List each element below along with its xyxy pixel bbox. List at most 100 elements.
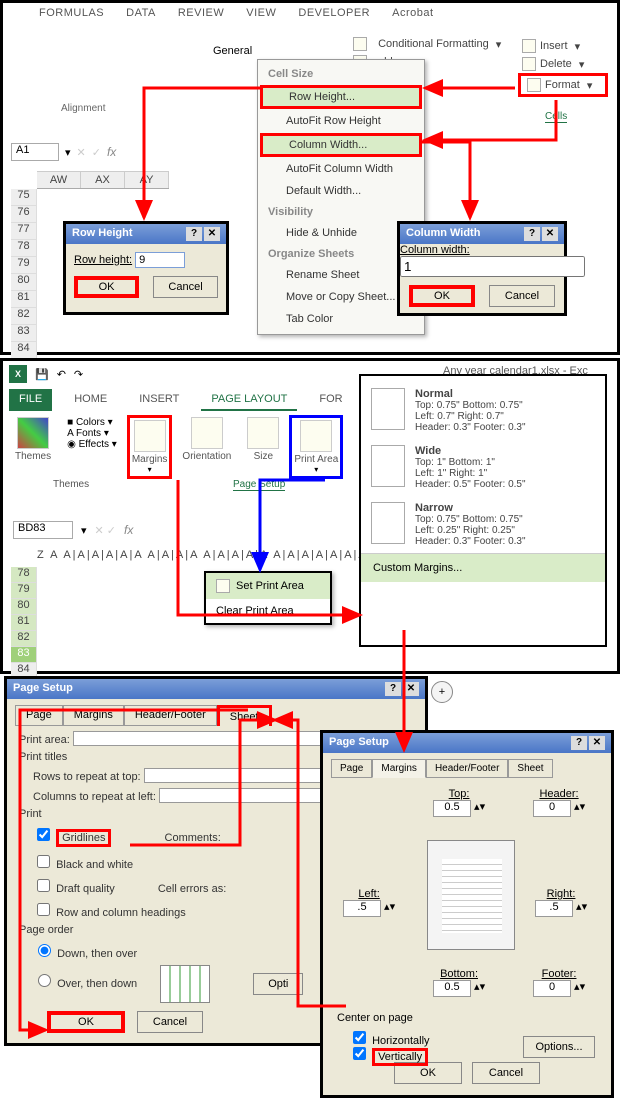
- top-input[interactable]: 0.5: [433, 800, 471, 817]
- row-79[interactable]: 79: [11, 583, 37, 599]
- row-height-input[interactable]: [135, 252, 185, 268]
- cond-format-label[interactable]: Conditional Formatting: [378, 38, 489, 50]
- tab-page[interactable]: Page: [331, 759, 372, 778]
- preset-wide[interactable]: Wide Top: 1" Bottom: 1" Left: 1" Right: …: [361, 439, 605, 496]
- row-77[interactable]: 77: [11, 223, 37, 240]
- gridlines-checkbox[interactable]: [37, 828, 50, 841]
- column-width-input[interactable]: [400, 256, 585, 277]
- tab-margins[interactable]: Margins: [63, 705, 124, 726]
- format-button[interactable]: Format ▾: [518, 73, 608, 97]
- col-ay[interactable]: AY: [125, 172, 169, 188]
- tab-insert[interactable]: INSERT: [129, 389, 189, 411]
- row-80[interactable]: 80: [11, 599, 37, 615]
- tab-sheet[interactable]: Sheet: [508, 759, 552, 778]
- row-78[interactable]: 78: [11, 240, 37, 257]
- ok-button[interactable]: OK: [409, 285, 475, 307]
- down-over-radio[interactable]: [38, 944, 51, 957]
- plus-icon[interactable]: +: [431, 681, 453, 703]
- help-icon[interactable]: ?: [186, 227, 202, 241]
- tab-for[interactable]: FOR: [309, 389, 352, 411]
- insert-button[interactable]: Insert ▾: [518, 37, 608, 55]
- tab-sheet[interactable]: Sheet: [217, 705, 272, 726]
- tab-home[interactable]: HOME: [64, 389, 117, 411]
- cancel-button[interactable]: Cancel: [137, 1011, 203, 1033]
- tab-formulas[interactable]: FORMULAS: [39, 7, 104, 19]
- row-84[interactable]: 84: [11, 342, 37, 359]
- close-icon[interactable]: ✕: [403, 682, 419, 696]
- bottom-input[interactable]: 0.5: [433, 980, 471, 997]
- vertically-checkbox[interactable]: [353, 1047, 366, 1060]
- row-height-item[interactable]: Row Height...: [260, 85, 422, 109]
- name-box[interactable]: BD83: [13, 521, 73, 539]
- undo-icon[interactable]: ↶: [57, 368, 66, 381]
- header-input[interactable]: 0: [533, 800, 571, 817]
- delete-button[interactable]: Delete ▾: [518, 55, 608, 73]
- help-icon[interactable]: ?: [571, 736, 587, 750]
- redo-icon[interactable]: ↷: [74, 368, 83, 381]
- rows-top-input[interactable]: [144, 768, 334, 783]
- tab-file[interactable]: FILE: [9, 389, 52, 411]
- row-82[interactable]: 82: [11, 631, 37, 647]
- set-print-area-item[interactable]: Set Print Area: [206, 573, 330, 599]
- save-icon[interactable]: 💾: [35, 368, 49, 381]
- preset-narrow[interactable]: Narrow Top: 0.75" Bottom: 0.75" Left: 0.…: [361, 496, 605, 553]
- draft-checkbox[interactable]: [37, 879, 50, 892]
- col-ax[interactable]: AX: [81, 172, 125, 188]
- cancel-button[interactable]: Cancel: [489, 285, 555, 307]
- row-81[interactable]: 81: [11, 615, 37, 631]
- column-width-item[interactable]: Column Width...: [260, 133, 422, 157]
- colors-btn[interactable]: ■ Colors ▾: [67, 417, 117, 428]
- horizontally-checkbox[interactable]: [353, 1031, 366, 1044]
- tab-page[interactable]: Page: [15, 705, 63, 726]
- row-75[interactable]: 75: [11, 189, 37, 206]
- cols-left-input[interactable]: [159, 788, 334, 803]
- tab-margins[interactable]: Margins: [372, 759, 426, 778]
- clear-print-area-item[interactable]: Clear Print Area: [206, 599, 330, 623]
- fx-label[interactable]: fx: [124, 523, 133, 537]
- tab-page-layout[interactable]: PAGE LAYOUT: [201, 389, 297, 411]
- row-83[interactable]: 83: [11, 325, 37, 342]
- bw-checkbox[interactable]: [37, 855, 50, 868]
- default-width-item[interactable]: Default Width...: [258, 180, 424, 202]
- ok-button[interactable]: OK: [74, 276, 139, 298]
- row-78[interactable]: 78: [11, 567, 37, 583]
- orientation-button[interactable]: Orientation: [176, 415, 237, 464]
- close-icon[interactable]: ✕: [542, 227, 558, 241]
- tab-header-footer[interactable]: Header/Footer: [124, 705, 217, 726]
- row-81[interactable]: 81: [11, 291, 37, 308]
- custom-margins-item[interactable]: Custom Margins...: [361, 553, 605, 582]
- tab-acrobat[interactable]: Acrobat: [392, 7, 433, 19]
- over-down-radio[interactable]: [38, 974, 51, 987]
- print-area-input[interactable]: [73, 731, 353, 746]
- row-83[interactable]: 83: [11, 647, 37, 663]
- rch-checkbox[interactable]: [37, 903, 50, 916]
- close-icon[interactable]: ✕: [589, 736, 605, 750]
- right-input[interactable]: .5: [535, 900, 573, 917]
- close-icon[interactable]: ✕: [204, 227, 220, 241]
- fonts-btn[interactable]: A Fonts ▾: [67, 428, 117, 439]
- row-76[interactable]: 76: [11, 206, 37, 223]
- tab-header-footer[interactable]: Header/Footer: [426, 759, 508, 778]
- themes-icon[interactable]: [17, 417, 49, 449]
- cancel-button[interactable]: Cancel: [472, 1062, 540, 1084]
- row-80[interactable]: 80: [11, 274, 37, 291]
- print-area-button[interactable]: Print Area ▾: [289, 415, 343, 479]
- options-button[interactable]: Opti: [253, 973, 303, 995]
- preset-normal[interactable]: Normal Top: 0.75" Bottom: 0.75" Left: 0.…: [361, 382, 605, 439]
- size-button[interactable]: Size: [241, 415, 285, 464]
- tab-view[interactable]: VIEW: [246, 7, 276, 19]
- col-aw[interactable]: AW: [37, 172, 81, 188]
- margins-button[interactable]: Margins ▾: [127, 415, 173, 479]
- options-button[interactable]: Options...: [523, 1036, 595, 1058]
- cancel-button[interactable]: Cancel: [153, 276, 218, 298]
- left-input[interactable]: .5: [343, 900, 381, 917]
- tab-developer[interactable]: DEVELOPER: [298, 7, 370, 19]
- dropdown-icon[interactable]: ▾: [65, 146, 71, 159]
- fx-label[interactable]: fx: [107, 145, 116, 159]
- row-82[interactable]: 82: [11, 308, 37, 325]
- tab-data[interactable]: DATA: [126, 7, 156, 19]
- footer-input[interactable]: 0: [533, 980, 571, 997]
- ok-button[interactable]: OK: [47, 1011, 125, 1033]
- autofit-row-item[interactable]: AutoFit Row Height: [258, 110, 424, 132]
- name-box[interactable]: A1: [11, 143, 59, 161]
